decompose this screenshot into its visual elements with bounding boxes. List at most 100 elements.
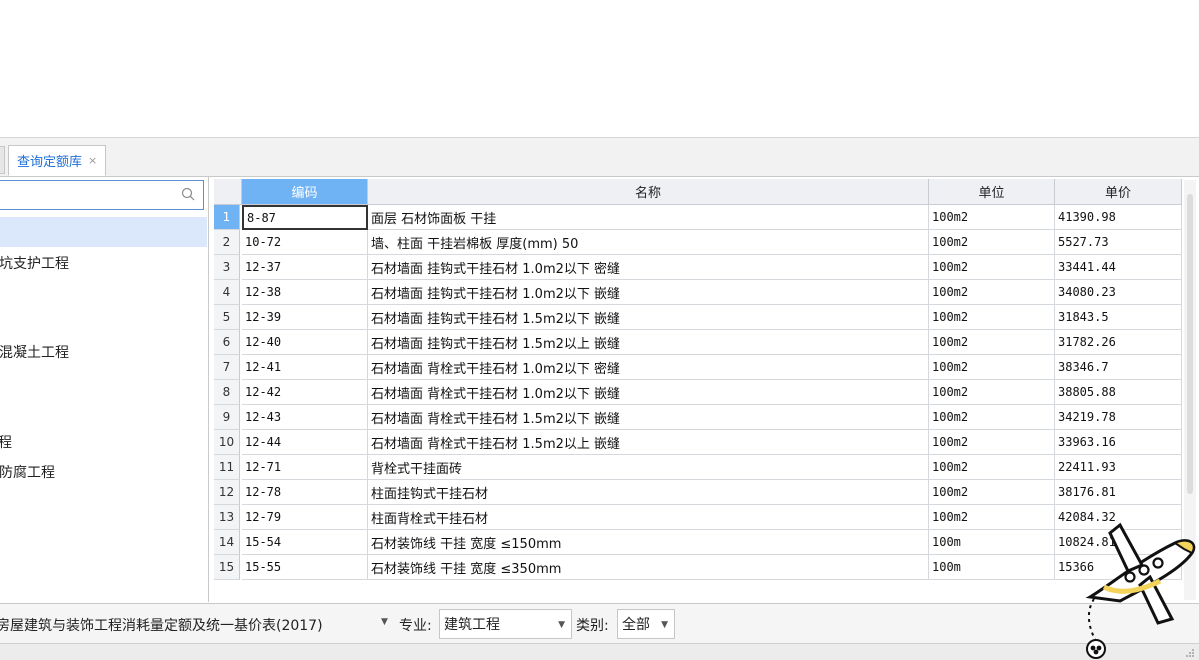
row-number[interactable]: 14	[214, 530, 240, 555]
row-number[interactable]: 3	[214, 255, 240, 280]
table-cell-unit[interactable]: 100m	[929, 555, 1055, 580]
airplane-mascot-icon[interactable]	[1080, 515, 1199, 659]
chevron-down-icon: ▼	[558, 620, 565, 630]
table-cell-unit[interactable]: 100m	[929, 530, 1055, 555]
library-select[interactable]: 房屋建筑与装饰工程消耗量定额及统一基价表(2017)	[0, 615, 323, 635]
chevron-down-icon: ▼	[661, 620, 668, 630]
table-cell-unit[interactable]: 100m2	[929, 405, 1055, 430]
row-number[interactable]: 5	[214, 305, 240, 330]
table-cell-unit[interactable]: 100m2	[929, 305, 1055, 330]
upper-panel	[0, 0, 1199, 138]
tree-item[interactable]: 混凝土工程	[0, 342, 69, 362]
table-cell-price[interactable]: 31843.5	[1055, 305, 1182, 330]
table-cell-unit[interactable]: 100m2	[929, 355, 1055, 380]
table-cell-unit[interactable]: 100m2	[929, 455, 1055, 480]
category-label: 类别:	[576, 618, 609, 634]
table-cell-name[interactable]: 石材墙面 挂钩式干挂石材 1.0m2以下 嵌缝	[368, 280, 929, 305]
table-cell-price[interactable]: 38176.81	[1055, 480, 1182, 505]
table-cell-unit[interactable]: 100m2	[929, 205, 1055, 230]
table-cell-code[interactable]: 12-43	[242, 405, 368, 430]
table-cell-price[interactable]: 41390.98	[1055, 205, 1182, 230]
table-cell-name[interactable]: 石材墙面 背栓式干挂石材 1.5m2以上 嵌缝	[368, 430, 929, 455]
row-number[interactable]: 1	[214, 205, 240, 230]
row-number[interactable]: 11	[214, 455, 240, 480]
table-cell-unit[interactable]: 100m2	[929, 505, 1055, 530]
table-cell-code[interactable]: 12-39	[242, 305, 368, 330]
table-cell-code[interactable]: 12-38	[242, 280, 368, 305]
table-cell-price[interactable]: 33963.16	[1055, 430, 1182, 455]
table-cell-unit[interactable]: 100m2	[929, 280, 1055, 305]
table-cell-unit[interactable]: 100m2	[929, 330, 1055, 355]
tree-item[interactable]: 防腐工程	[0, 462, 55, 482]
table-cell-price[interactable]: 34080.23	[1055, 280, 1182, 305]
table-cell-name[interactable]: 石材墙面 挂钩式干挂石材 1.0m2以下 密缝	[368, 255, 929, 280]
table-cell-unit[interactable]: 100m2	[929, 255, 1055, 280]
table-cell-name[interactable]: 柱面挂钩式干挂石材	[368, 480, 929, 505]
row-number[interactable]: 15	[214, 555, 240, 580]
table-cell-name[interactable]: 石材墙面 背栓式干挂石材 1.0m2以下 密缝	[368, 355, 929, 380]
table-cell-price[interactable]: 31782.26	[1055, 330, 1182, 355]
tab-query-quota-library[interactable]: 查询定额库 ×	[8, 145, 107, 176]
table-cell-name[interactable]: 石材墙面 挂钩式干挂石材 1.5m2以上 嵌缝	[368, 330, 929, 355]
table-cell-name[interactable]: 石材墙面 挂钩式干挂石材 1.5m2以下 嵌缝	[368, 305, 929, 330]
table-cell-code[interactable]: 10-72	[242, 230, 368, 255]
table-cell-name[interactable]: 石材装饰线 干挂 宽度 ≤150mm	[368, 530, 929, 555]
table-cell-name[interactable]: 墙、柱面 干挂岩棉板 厚度(mm) 50	[368, 230, 929, 255]
row-number[interactable]: 2	[214, 230, 240, 255]
table-cell-code[interactable]: 15-54	[242, 530, 368, 555]
row-number[interactable]: 12	[214, 480, 240, 505]
table-cell-price[interactable]: 34219.78	[1055, 405, 1182, 430]
scrollbar-thumb[interactable]	[1187, 194, 1193, 494]
table-cell-code[interactable]: 12-40	[242, 330, 368, 355]
table-cell-unit[interactable]: 100m2	[929, 430, 1055, 455]
table-cell-unit[interactable]: 100m2	[929, 480, 1055, 505]
table-cell-code[interactable]: 12-71	[242, 455, 368, 480]
table-cell-code[interactable]: 12-42	[242, 380, 368, 405]
row-number[interactable]: 9	[214, 405, 240, 430]
specialty-select[interactable]: 建筑工程 ▼	[439, 609, 572, 639]
table-cell-name[interactable]: 石材装饰线 干挂 宽度 ≤350mm	[368, 555, 929, 580]
tree-item[interactable]: 坑支护工程	[0, 253, 69, 273]
table-cell-code[interactable]: 12-78	[242, 480, 368, 505]
table-cell-code[interactable]: 12-44	[242, 430, 368, 455]
specialty-label: 专业:	[399, 618, 432, 634]
row-number[interactable]: 8	[214, 380, 240, 405]
row-number[interactable]: 13	[214, 505, 240, 530]
table-cell-price[interactable]: 33441.44	[1055, 255, 1182, 280]
table-cell-price[interactable]: 38346.7	[1055, 355, 1182, 380]
table-cell-code[interactable]: 8-87	[242, 205, 368, 230]
table-cell-code[interactable]: 12-37	[242, 255, 368, 280]
row-number[interactable]: 6	[214, 330, 240, 355]
column-header-code[interactable]: 编码	[242, 179, 368, 205]
table-cell-code[interactable]: 15-55	[242, 555, 368, 580]
row-number[interactable]: 4	[214, 280, 240, 305]
table-cell-name[interactable]: 柱面背栓式干挂石材	[368, 505, 929, 530]
table-cell-name[interactable]: 背栓式干挂面砖	[368, 455, 929, 480]
column-header-price[interactable]: 单价	[1055, 179, 1182, 205]
table-cell-price[interactable]: 22411.93	[1055, 455, 1182, 480]
row-number[interactable]: 10	[214, 430, 240, 455]
table-cell-price[interactable]: 38805.88	[1055, 380, 1182, 405]
row-number[interactable]: 7	[214, 355, 240, 380]
table-cell-unit[interactable]: 100m2	[929, 380, 1055, 405]
table-cell-code[interactable]: 12-41	[242, 355, 368, 380]
corner-cell	[214, 179, 242, 205]
table-cell-name[interactable]: 石材墙面 背栓式干挂石材 1.5m2以下 嵌缝	[368, 405, 929, 430]
tab-previous[interactable]	[0, 146, 5, 174]
chevron-down-icon[interactable]: ▼	[381, 617, 388, 627]
status-bar: 房屋建筑与装饰工程消耗量定额及统一基价表(2017) ▼ 专业: 建筑工程 ▼ …	[0, 603, 1199, 644]
tree-item-selected[interactable]	[0, 217, 207, 247]
table-cell-name[interactable]: 石材墙面 背栓式干挂石材 1.0m2以下 嵌缝	[368, 380, 929, 405]
table-cell-code[interactable]: 12-79	[242, 505, 368, 530]
tab-label: 查询定额库	[17, 155, 83, 170]
search-icon[interactable]	[181, 187, 195, 201]
tree-item[interactable]: 程	[0, 432, 12, 452]
table-cell-unit[interactable]: 100m2	[929, 230, 1055, 255]
search-input[interactable]	[0, 180, 204, 210]
table-cell-name[interactable]: 面层 石材饰面板 干挂	[368, 205, 929, 230]
category-select[interactable]: 全部 ▼	[617, 609, 675, 639]
column-header-name[interactable]: 名称	[368, 179, 929, 205]
table-cell-price[interactable]: 5527.73	[1055, 230, 1182, 255]
column-header-unit[interactable]: 单位	[929, 179, 1055, 205]
close-icon[interactable]: ×	[88, 154, 97, 167]
